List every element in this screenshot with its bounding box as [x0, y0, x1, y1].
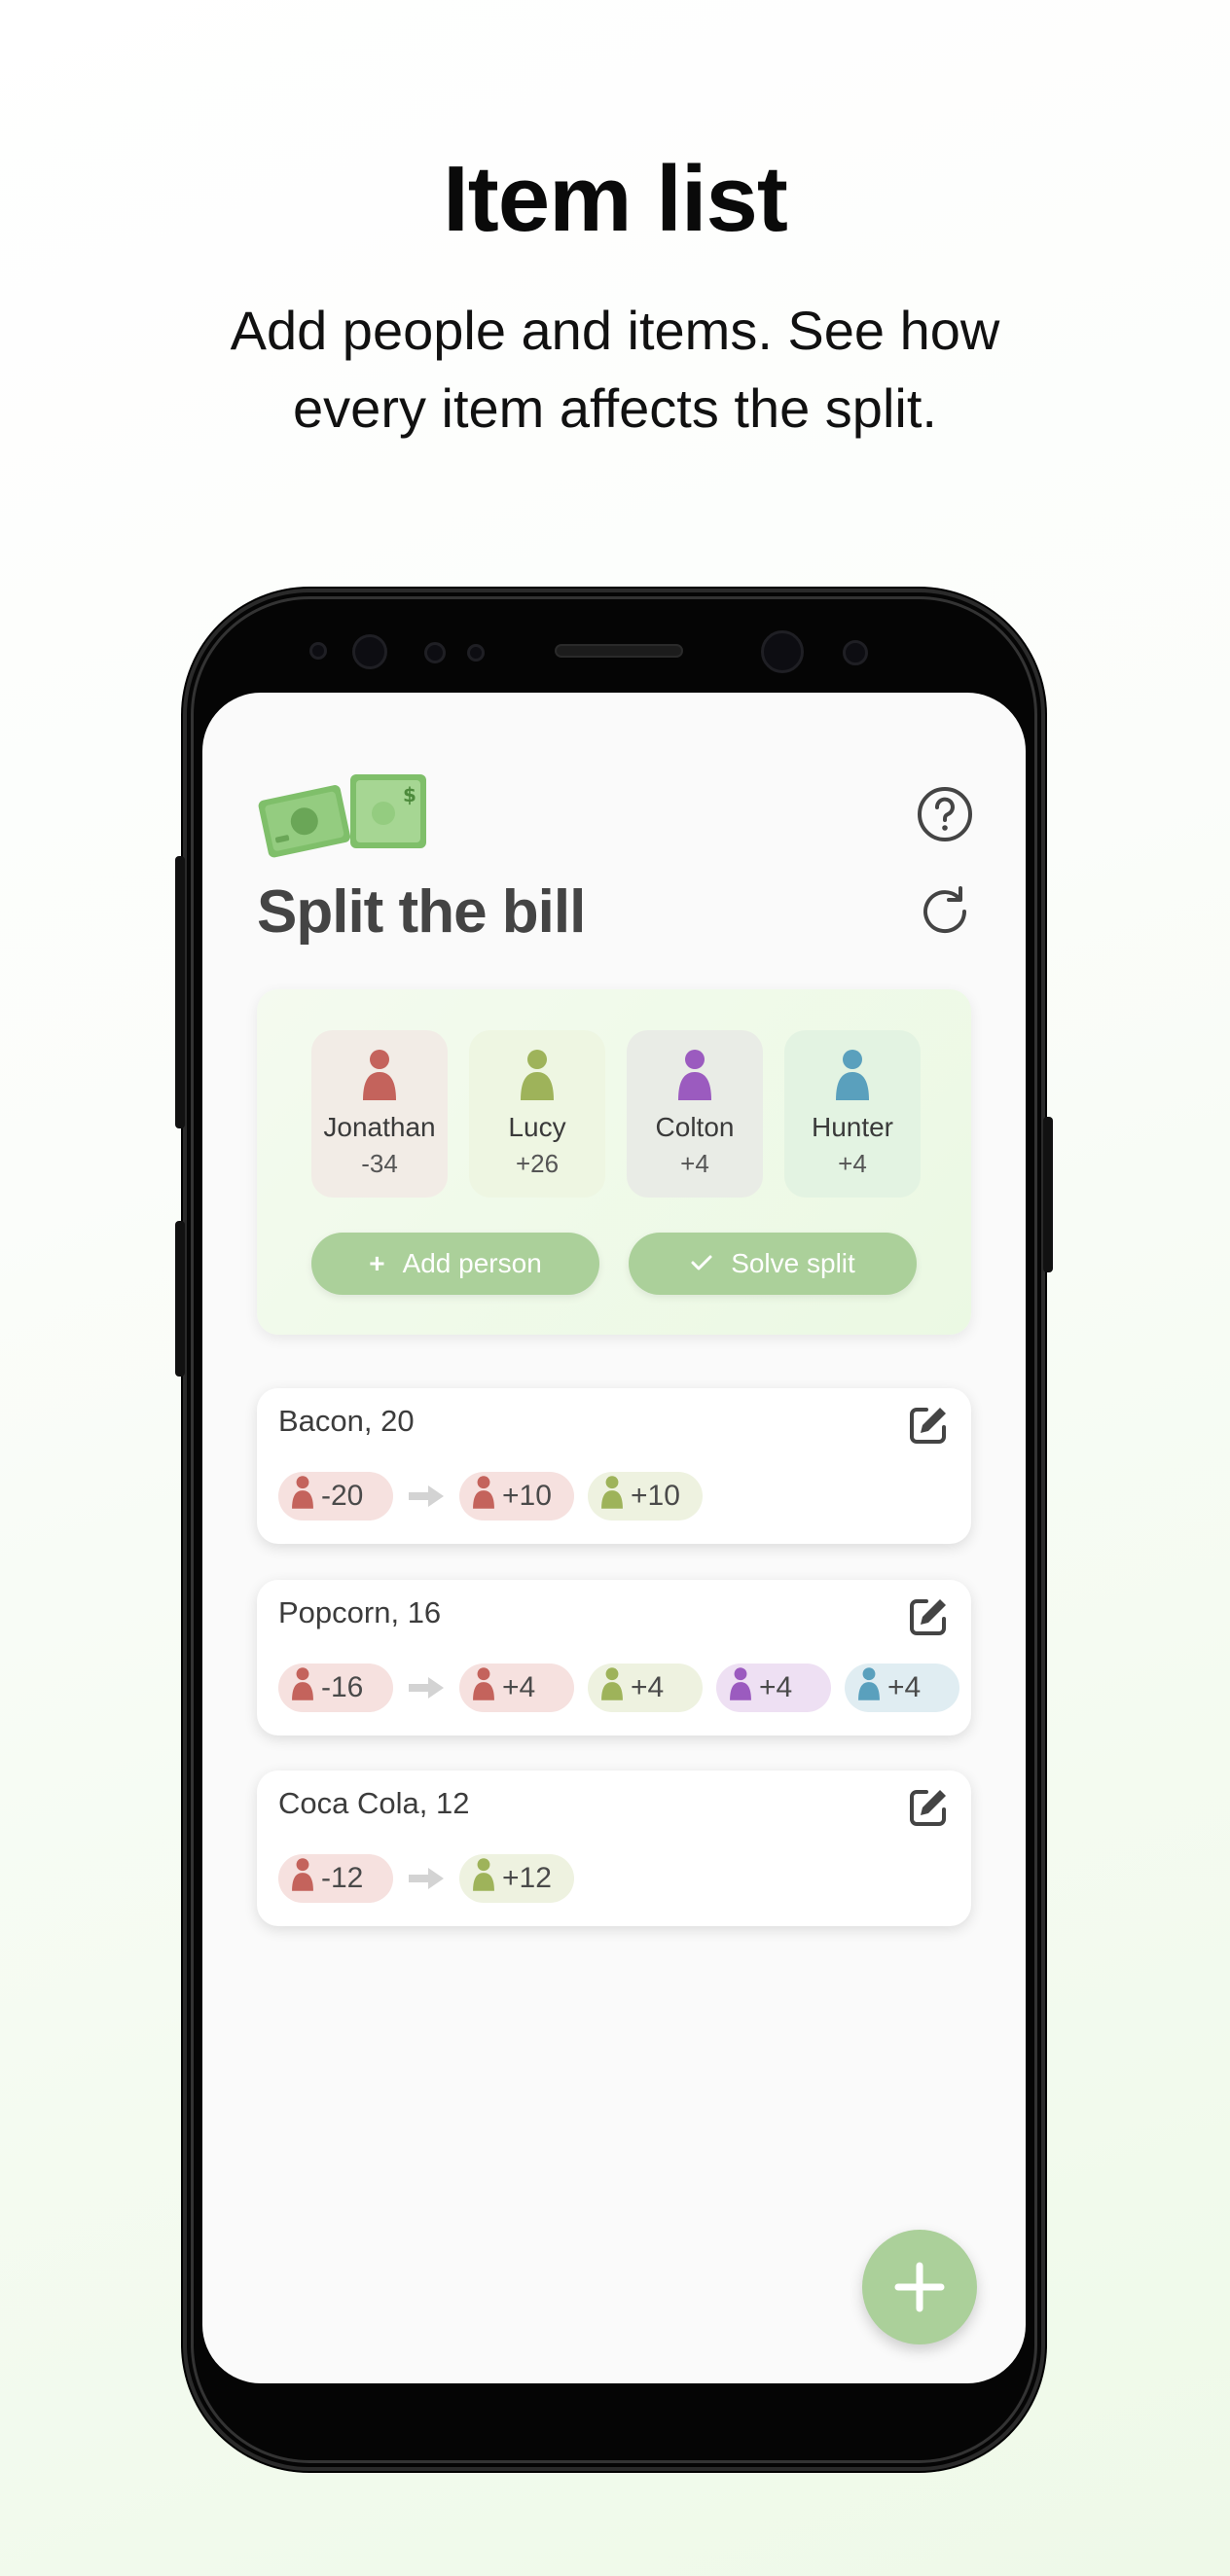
share-chip: -12 — [278, 1854, 393, 1903]
sensor-dot — [424, 642, 446, 663]
front-camera — [761, 630, 804, 673]
edit-icon[interactable] — [907, 1404, 950, 1447]
power-button — [1043, 1117, 1053, 1272]
item-card[interactable]: Bacon, 20 -20 +10 +10 — [257, 1388, 971, 1544]
share-chip: +4 — [716, 1664, 831, 1712]
sensor-dot — [467, 644, 485, 662]
app-title: Split the bill — [257, 878, 586, 946]
item-title: Popcorn, 16 — [278, 1595, 442, 1629]
arrow-right-icon — [409, 1485, 444, 1507]
person-icon — [471, 1857, 496, 1900]
volume-button — [175, 856, 185, 1128]
edit-icon[interactable] — [907, 1595, 950, 1638]
person-tile-lucy[interactable]: Lucy +26 — [469, 1030, 605, 1198]
person-name: Jonathan — [323, 1112, 436, 1142]
hero-subtitle-line-1: Add people and items. See how — [230, 300, 1000, 361]
person-balance: +4 — [680, 1149, 709, 1178]
chip-amount: -16 — [321, 1671, 364, 1703]
person-icon — [471, 1666, 496, 1709]
chip-amount: -12 — [321, 1862, 364, 1894]
person-name: Hunter — [811, 1112, 894, 1142]
person-icon — [518, 1048, 557, 1102]
chip-amount: +4 — [502, 1671, 536, 1703]
chip-amount: +4 — [759, 1671, 793, 1703]
share-chips-row: -16 +4 +4 +4 +4 — [278, 1664, 959, 1712]
share-chip: +12 — [459, 1854, 574, 1903]
arrow-right-icon — [409, 1868, 444, 1889]
person-icon — [471, 1475, 496, 1518]
share-chip: +10 — [459, 1472, 574, 1521]
chip-amount: +4 — [887, 1671, 922, 1703]
money-bills-icon: $ — [257, 769, 432, 866]
add-person-label: Add person — [402, 1248, 542, 1278]
person-tile-jonathan[interactable]: Jonathan -34 — [311, 1030, 448, 1198]
help-circle-icon[interactable] — [916, 785, 974, 843]
sensor-dot — [843, 640, 868, 665]
chip-amount: +12 — [502, 1862, 552, 1894]
person-icon — [290, 1475, 315, 1518]
person-balance: +26 — [515, 1149, 560, 1178]
person-tile-colton[interactable]: Colton +4 — [627, 1030, 763, 1198]
share-chips-row: -20 +10 +10 — [278, 1472, 703, 1521]
person-icon — [833, 1048, 872, 1102]
earpiece-speaker — [555, 644, 683, 658]
bixby-button — [175, 1221, 185, 1377]
svg-text:$: $ — [403, 783, 416, 806]
app-screen: $ Split the bill Jonathan -34 Lucy +26 Colto… — [202, 693, 1026, 2383]
item-title: Bacon, 20 — [278, 1404, 415, 1438]
person-balance: +4 — [838, 1149, 867, 1178]
arrow-right-icon — [409, 1677, 444, 1699]
share-chip: +10 — [588, 1472, 703, 1521]
plus-icon: + — [369, 1248, 385, 1278]
chip-amount: +10 — [502, 1480, 552, 1512]
item-card[interactable]: Coca Cola, 12 -12 +12 — [257, 1771, 971, 1926]
person-icon — [599, 1475, 625, 1518]
person-icon — [290, 1666, 315, 1709]
person-icon — [290, 1857, 315, 1900]
person-tile-hunter[interactable]: Hunter +4 — [784, 1030, 921, 1198]
person-icon — [599, 1666, 625, 1709]
plus-icon — [894, 2262, 945, 2312]
share-chip: +4 — [588, 1664, 703, 1712]
share-chips-row: -12 +12 — [278, 1854, 574, 1903]
people-card: Jonathan -34 Lucy +26 Colton +4 Hunter +4 + Add… — [257, 989, 971, 1335]
share-chip: -20 — [278, 1472, 393, 1521]
share-chip: -16 — [278, 1664, 393, 1712]
person-icon — [856, 1666, 882, 1709]
chip-amount: -20 — [321, 1480, 364, 1512]
sensor-dot — [309, 642, 327, 660]
share-chip: +4 — [845, 1664, 959, 1712]
item-title: Coca Cola, 12 — [278, 1786, 470, 1820]
iris-sensor — [352, 634, 387, 669]
person-icon — [728, 1666, 753, 1709]
edit-icon[interactable] — [907, 1786, 950, 1829]
solve-split-label: Solve split — [731, 1248, 855, 1278]
hero-title: Item list — [443, 147, 788, 251]
person-name: Lucy — [508, 1112, 566, 1142]
person-balance: -34 — [361, 1149, 398, 1178]
add-item-button[interactable] — [862, 2230, 977, 2344]
share-chip: +4 — [459, 1664, 574, 1712]
add-person-button[interactable]: + Add person — [311, 1233, 599, 1295]
refresh-icon[interactable] — [916, 882, 974, 941]
hero-subtitle: Add people and items. See how every item… — [136, 292, 1094, 447]
solve-split-button[interactable]: Solve split — [629, 1233, 917, 1295]
person-icon — [360, 1048, 399, 1102]
person-icon — [675, 1048, 714, 1102]
check-icon — [690, 1248, 713, 1279]
person-name: Colton — [655, 1112, 735, 1142]
item-card[interactable]: Popcorn, 16 -16 +4 +4 +4 +4 — [257, 1580, 971, 1735]
hero-subtitle-line-2: every item affects the split. — [293, 377, 937, 439]
chip-amount: +10 — [631, 1480, 680, 1512]
chip-amount: +4 — [631, 1671, 665, 1703]
